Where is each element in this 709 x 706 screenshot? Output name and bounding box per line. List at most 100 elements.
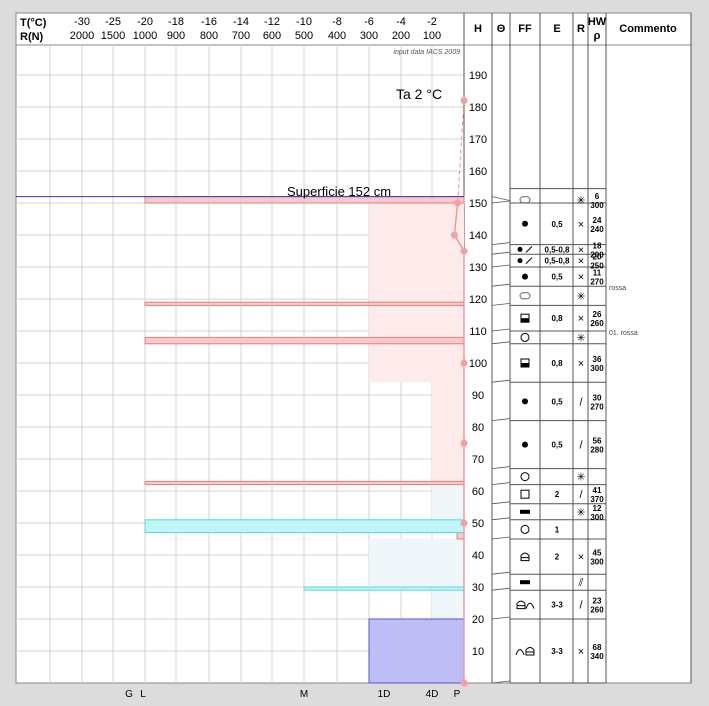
hand-hardness-symbol: ⫽ (578, 577, 584, 589)
h-tick-label: 140 (469, 230, 487, 242)
bottom-label: G (125, 689, 133, 700)
h-tick-label: 70 (472, 454, 484, 466)
density-value: 300 (590, 201, 604, 210)
r-tick-label: 900 (167, 30, 185, 42)
bottom-label: M (300, 689, 308, 700)
h-tick-label: 130 (469, 262, 487, 274)
r-tick-label: 800 (200, 30, 218, 42)
ram-bar (432, 382, 464, 485)
dot-icon (522, 441, 528, 448)
water-equivalent-value: 30 (593, 393, 602, 402)
water-equivalent-value: 45 (593, 549, 602, 558)
density-value: 300 (590, 364, 604, 373)
r-tick-label: 400 (328, 30, 346, 42)
chart-panel (15, 12, 692, 684)
temperature-point (460, 359, 468, 367)
grain-form-icon (522, 398, 528, 405)
ram-bar (369, 203, 464, 383)
density-value: 270 (590, 402, 604, 411)
h-tick-label: 180 (469, 102, 487, 114)
temperature-point (460, 679, 468, 687)
density-value: 300 (590, 513, 604, 522)
air-temperature-label: Ta 2 °C (396, 86, 442, 102)
water-equivalent-value: 6 (595, 192, 600, 201)
t-tick-label: -16 (201, 16, 217, 28)
t-tick-label: -18 (168, 16, 184, 28)
water-equivalent-value: 41 (593, 486, 602, 495)
water-equivalent-value: 26 (593, 310, 602, 319)
column-header: R (577, 23, 585, 35)
h-tick-label: 10 (472, 646, 484, 658)
ram-bar (144, 519, 465, 534)
grain-size-value: 0,5 (551, 397, 563, 406)
grain-size-value: 1 (555, 525, 560, 534)
hand-hardness-symbol: × (578, 272, 584, 284)
column-header: H (474, 23, 482, 35)
t-tick-label: -8 (332, 16, 342, 28)
column-header: FF (518, 23, 532, 35)
t-tick-label: -14 (233, 16, 249, 28)
water-equivalent-value: 18 (593, 241, 602, 250)
dot-icon (517, 258, 523, 264)
hand-hardness-symbol: ✳ (576, 195, 585, 207)
layer-comment: rossa (609, 285, 626, 292)
temperature-point (460, 97, 468, 105)
h-tick-label: 160 (469, 166, 487, 178)
hand-hardness-symbol: ✳ (576, 332, 585, 344)
hand-hardness-symbol: ✳ (576, 291, 585, 303)
bottom-label: 4D (426, 689, 439, 700)
dot-icon (522, 273, 528, 280)
hand-hardness-symbol: × (578, 256, 584, 268)
ram-bar (144, 301, 465, 306)
ram-bar (432, 590, 464, 619)
h-tick-label: 80 (472, 422, 484, 434)
density-value: 270 (590, 278, 604, 287)
r-tick-label: 1500 (101, 30, 125, 42)
grain-size-value: 3-3 (551, 647, 563, 656)
t-tick-label: -12 (264, 16, 280, 28)
r-tick-label: 1000 (133, 30, 157, 42)
water-equivalent-value: 56 (593, 437, 602, 446)
source-note: input data IACS 2009 (393, 49, 460, 56)
hand-hardness-symbol: × (578, 552, 584, 564)
grain-size-value: 0,5-0,8 (545, 245, 570, 254)
h-tick-label: 120 (469, 294, 487, 306)
half-fill-icon (521, 363, 529, 367)
ram-bar (144, 336, 465, 345)
hand-hardness-symbol: × (578, 646, 584, 658)
half-fill-icon (521, 318, 529, 323)
grain-size-value: 0,5 (551, 441, 563, 450)
h-tick-label: 190 (469, 70, 487, 82)
t-tick-label: -10 (296, 16, 312, 28)
t-tick-label: -2 (427, 16, 437, 28)
grain-size-value: 0,8 (551, 314, 563, 323)
density-value: 280 (590, 446, 604, 455)
surface-label: Superficie 152 cm (287, 184, 391, 199)
t-tick-label: -4 (396, 16, 406, 28)
water-equivalent-value: 68 (593, 643, 602, 652)
dot-icon (522, 398, 528, 405)
grain-form-icon (522, 441, 528, 448)
water-equivalent-value: 12 (593, 504, 602, 513)
hand-hardness-symbol: × (578, 358, 584, 370)
water-equivalent-value: 23 (593, 597, 602, 606)
ram-bar (456, 532, 465, 540)
ram-bar (432, 484, 464, 520)
ram-bar (368, 618, 465, 684)
snow-profile-chart: 1020304050607080901001101201301401501601… (15, 12, 692, 700)
t-tick-label: -20 (137, 16, 153, 28)
h-tick-label: 150 (469, 198, 487, 210)
bottom-label: P (454, 689, 461, 700)
ram-bar (144, 480, 465, 486)
layer-comment: 01. rossa (609, 330, 638, 337)
bar-icon (520, 580, 530, 585)
water-equivalent-value: 24 (593, 216, 602, 225)
r-tick-label: 2000 (70, 30, 94, 42)
r-tick-label: 600 (263, 30, 281, 42)
grain-size-value: 3-3 (551, 601, 563, 610)
h-tick-label: 40 (472, 550, 484, 562)
grain-size-value: 0,5-0,8 (545, 257, 570, 266)
grain-form-icon (520, 509, 530, 514)
temperature-point (460, 439, 468, 447)
grain-form-icon (522, 273, 528, 280)
